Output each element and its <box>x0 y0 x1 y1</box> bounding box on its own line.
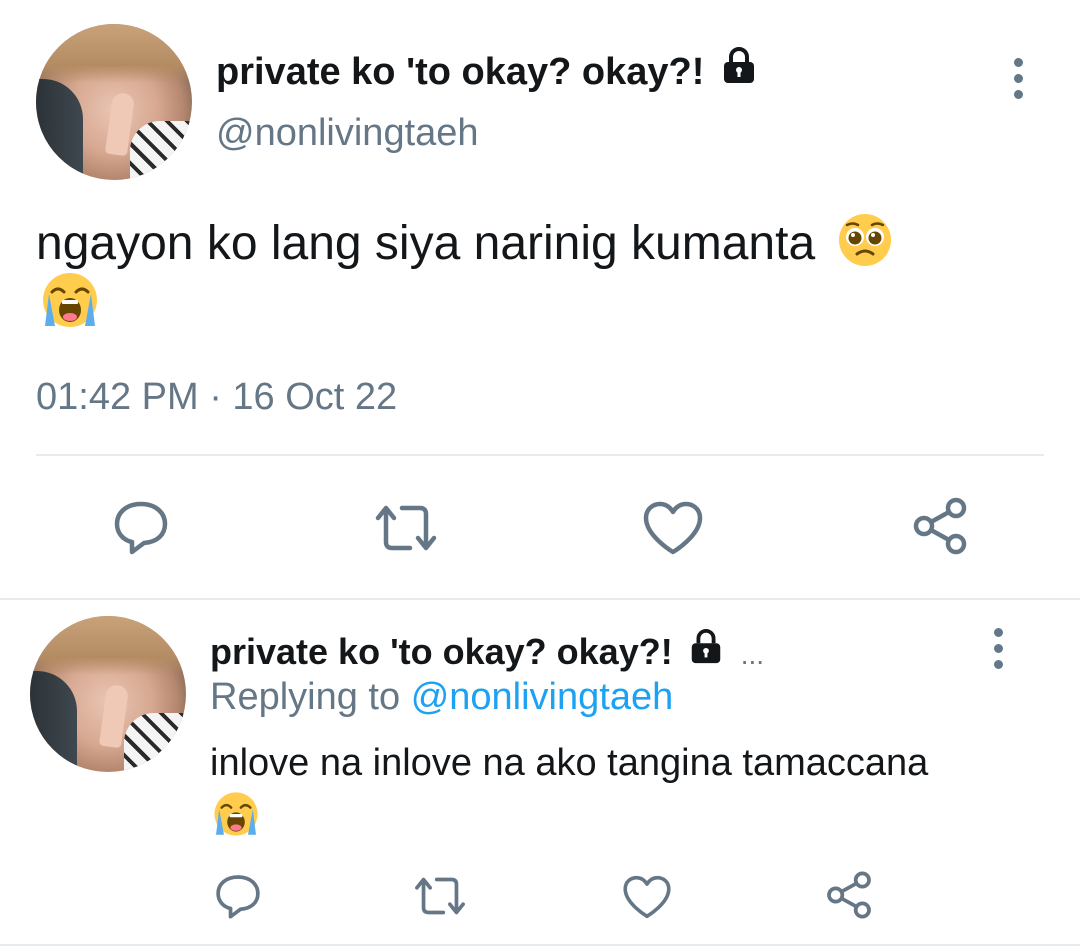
tweet-text: ngayon ko lang siya narinig kumanta <box>36 212 893 281</box>
like-icon[interactable] <box>642 500 704 556</box>
loudly-crying-face-emoji <box>212 790 260 843</box>
lock-icon <box>687 628 725 675</box>
user-handle[interactable]: @nonlivingtaeh <box>216 112 479 155</box>
avatar[interactable] <box>36 24 192 180</box>
divider <box>36 454 1044 456</box>
more-icon[interactable] <box>1008 58 1028 106</box>
reply-more-icon[interactable] <box>988 628 1008 676</box>
reply-avatar[interactable] <box>30 616 186 772</box>
timestamp: 01:42 PM · 16 Oct 22 <box>36 376 398 418</box>
reply-reply-icon[interactable] <box>214 872 262 920</box>
reply-retweet-icon[interactable] <box>412 872 468 920</box>
reply-display-name[interactable]: private ko 'to okay? okay?! ... <box>210 628 764 675</box>
reply-share-icon[interactable] <box>824 870 874 920</box>
reply-icon[interactable] <box>112 498 170 556</box>
replying-to: Replying to @nonlivingtaeh <box>210 676 674 718</box>
section-divider <box>0 598 1080 600</box>
bottom-divider <box>0 944 1080 946</box>
lock-icon <box>719 46 759 96</box>
reply-text: inlove na inlove na ako tangina tamaccan… <box>210 742 929 784</box>
truncation-ellipsis: ... <box>740 639 765 670</box>
display-name[interactable]: private ko 'to okay? okay?! <box>216 46 759 96</box>
share-icon[interactable] <box>910 496 970 556</box>
reply-like-icon[interactable] <box>622 874 672 920</box>
loudly-crying-face-emoji <box>40 270 100 335</box>
retweet-icon[interactable] <box>372 500 440 556</box>
replying-to-handle[interactable]: @nonlivingtaeh <box>411 676 674 718</box>
pleading-face-emoji <box>837 212 893 281</box>
